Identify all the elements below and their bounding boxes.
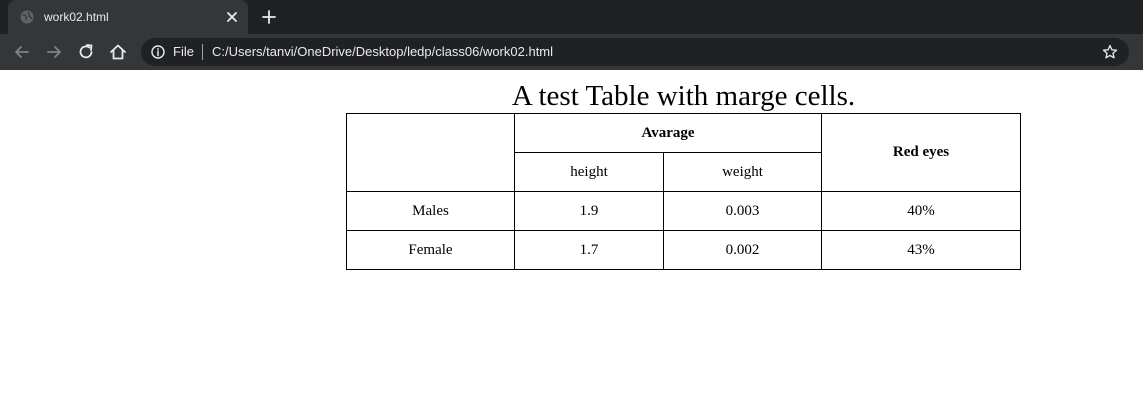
weight-header: weight — [663, 152, 822, 192]
data-table: Avarage Red eyes height weight Males 1.9… — [346, 113, 1021, 270]
plus-icon[interactable] — [260, 8, 278, 26]
omnibox-divider — [202, 44, 203, 60]
weight-cell: 0.003 — [663, 191, 822, 231]
browser-window: work02.html File C:/Users/tanvi/OneDrive… — [0, 0, 1143, 419]
tab-title: work02.html — [44, 10, 109, 24]
tab-work02[interactable]: work02.html — [8, 0, 248, 34]
home-icon[interactable] — [108, 42, 128, 62]
row-label: Female — [346, 230, 515, 270]
table-caption: A test Table with marge cells. — [511, 80, 856, 112]
red-eyes-cell: 40% — [821, 191, 1021, 231]
table-row: Males 1.9 0.003 40% — [346, 191, 1021, 231]
table-row: Female 1.7 0.002 43% — [346, 230, 1021, 270]
page-content: A test Table with marge cells. Avarage R… — [0, 70, 1143, 419]
height-cell: 1.7 — [514, 230, 664, 270]
height-cell: 1.9 — [514, 191, 664, 231]
weight-cell: 0.002 — [663, 230, 822, 270]
average-header: Avarage — [514, 113, 822, 153]
red-eyes-cell: 43% — [821, 230, 1021, 270]
row-label: Males — [346, 191, 515, 231]
address-bar[interactable]: File C:/Users/tanvi/OneDrive/Desktop/led… — [141, 38, 1129, 66]
height-header: height — [514, 152, 664, 192]
url-text[interactable]: C:/Users/tanvi/OneDrive/Desktop/ledp/cla… — [212, 44, 553, 60]
info-icon[interactable] — [151, 45, 165, 59]
header-row: Avarage Red eyes — [346, 113, 1021, 192]
star-icon[interactable] — [1102, 44, 1118, 60]
red-eyes-header: Red eyes — [821, 113, 1021, 192]
back-arrow-icon[interactable] — [12, 42, 32, 62]
forward-arrow-icon[interactable] — [44, 42, 64, 62]
toolbar: File C:/Users/tanvi/OneDrive/Desktop/led… — [0, 34, 1143, 70]
empty-corner-cell — [346, 113, 515, 192]
reload-icon[interactable] — [76, 42, 96, 62]
tab-strip: work02.html — [0, 0, 1143, 34]
close-icon[interactable] — [224, 9, 240, 25]
scheme-label: File — [173, 44, 194, 59]
globe-icon — [20, 10, 34, 24]
